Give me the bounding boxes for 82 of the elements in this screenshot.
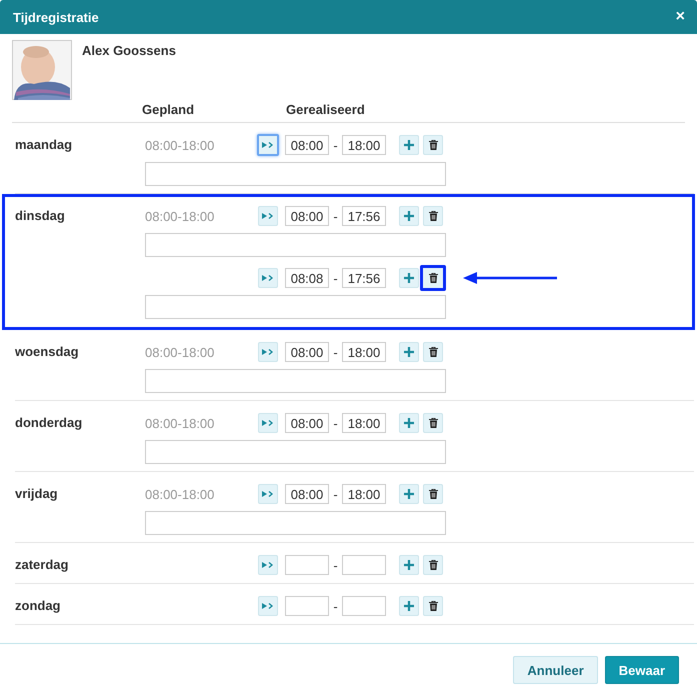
add-button[interactable] xyxy=(399,268,419,288)
dash: - xyxy=(332,558,339,572)
delete-button[interactable] xyxy=(420,265,446,291)
trash-icon xyxy=(428,418,438,428)
start-time-field[interactable]: 08:00 xyxy=(285,342,329,362)
end-time-field[interactable] xyxy=(342,555,386,575)
plus-icon xyxy=(404,140,414,150)
add-button[interactable] xyxy=(399,135,419,155)
trash-icon xyxy=(428,273,438,283)
plus-icon xyxy=(404,211,414,221)
dash: - xyxy=(332,416,339,430)
note-field[interactable] xyxy=(145,162,446,186)
forward-icon xyxy=(262,419,274,427)
add-button[interactable] xyxy=(399,555,419,575)
dash: - xyxy=(332,598,339,614)
note-field[interactable] xyxy=(145,369,446,393)
note-field[interactable] xyxy=(145,511,446,535)
start-time-field[interactable]: 08:00 xyxy=(285,484,329,504)
note-field[interactable] xyxy=(145,440,446,464)
column-header: Gerealiseerd xyxy=(286,102,365,117)
end-time-field[interactable]: 18:00 xyxy=(342,484,386,504)
forward-icon xyxy=(262,348,274,356)
add-button[interactable] xyxy=(399,484,419,504)
column-header: Gepland xyxy=(142,102,196,117)
plus-icon xyxy=(404,489,414,499)
trash-icon xyxy=(428,140,438,150)
planned-time: 08:00-18:00 xyxy=(145,138,214,152)
note-field[interactable] xyxy=(145,295,446,319)
forward-icon xyxy=(262,490,274,498)
start-time-field[interactable]: 08:08 xyxy=(285,268,329,288)
dash: - xyxy=(332,208,339,224)
day-label: zondag xyxy=(15,598,60,613)
plus-icon xyxy=(404,347,414,357)
start-time-field[interactable]: 08:00 xyxy=(285,413,329,433)
person-name: Alex Goossens xyxy=(82,43,176,58)
cancel-button[interactable]: Annuleer xyxy=(513,656,598,684)
trash-icon xyxy=(428,211,438,221)
day-label: donderdag xyxy=(15,415,82,430)
day-label: dinsdag xyxy=(15,208,65,223)
end-time-field[interactable]: 17:56 xyxy=(342,206,386,226)
start-time-field[interactable] xyxy=(285,596,329,616)
forward-icon xyxy=(262,561,274,569)
day-label: woensdag xyxy=(15,344,79,359)
add-button[interactable] xyxy=(399,206,419,226)
close-button[interactable]: × xyxy=(672,8,689,26)
plus-icon xyxy=(404,273,414,283)
start-time-field[interactable]: 08:00 xyxy=(285,135,329,155)
end-time-field[interactable]: 18:00 xyxy=(342,413,386,433)
day-label: maandag xyxy=(15,137,72,152)
planned-time: 08:00-18:00 xyxy=(145,344,214,360)
dash: - xyxy=(332,344,339,360)
planned-time: 08:00-18:00 xyxy=(145,208,214,224)
end-time-field[interactable]: 18:00 xyxy=(342,342,386,362)
day-label: vrijdag xyxy=(15,486,58,501)
forward-icon xyxy=(262,274,274,282)
end-time-field[interactable] xyxy=(342,596,386,616)
end-time-field[interactable]: 17:56 xyxy=(342,268,386,288)
end-time-field[interactable]: 18:00 xyxy=(342,135,386,155)
add-button[interactable] xyxy=(399,342,419,362)
start-time-field[interactable] xyxy=(285,555,329,575)
planned-time: 08:00-18:00 xyxy=(145,416,214,430)
trash-icon xyxy=(428,347,438,357)
note-field[interactable] xyxy=(145,233,446,257)
trash-icon xyxy=(428,560,438,570)
plus-icon xyxy=(404,418,414,428)
day-label: zaterdag xyxy=(15,557,68,572)
trash-icon xyxy=(428,489,438,499)
forward-icon xyxy=(262,212,274,220)
forward-icon xyxy=(262,602,274,610)
start-time-field[interactable]: 08:00 xyxy=(285,206,329,226)
add-button[interactable] xyxy=(399,596,419,616)
trash-icon xyxy=(428,601,438,611)
forward-icon xyxy=(262,141,274,149)
dash: - xyxy=(332,486,339,502)
add-button[interactable] xyxy=(399,413,419,433)
dash: - xyxy=(332,270,339,286)
plus-icon xyxy=(404,560,414,570)
planned-time: 08:00-18:00 xyxy=(145,486,214,502)
copy-button[interactable] xyxy=(257,134,279,156)
window-title: Tijdregistratie xyxy=(13,10,99,24)
dash: - xyxy=(332,138,339,152)
plus-icon xyxy=(404,601,414,611)
